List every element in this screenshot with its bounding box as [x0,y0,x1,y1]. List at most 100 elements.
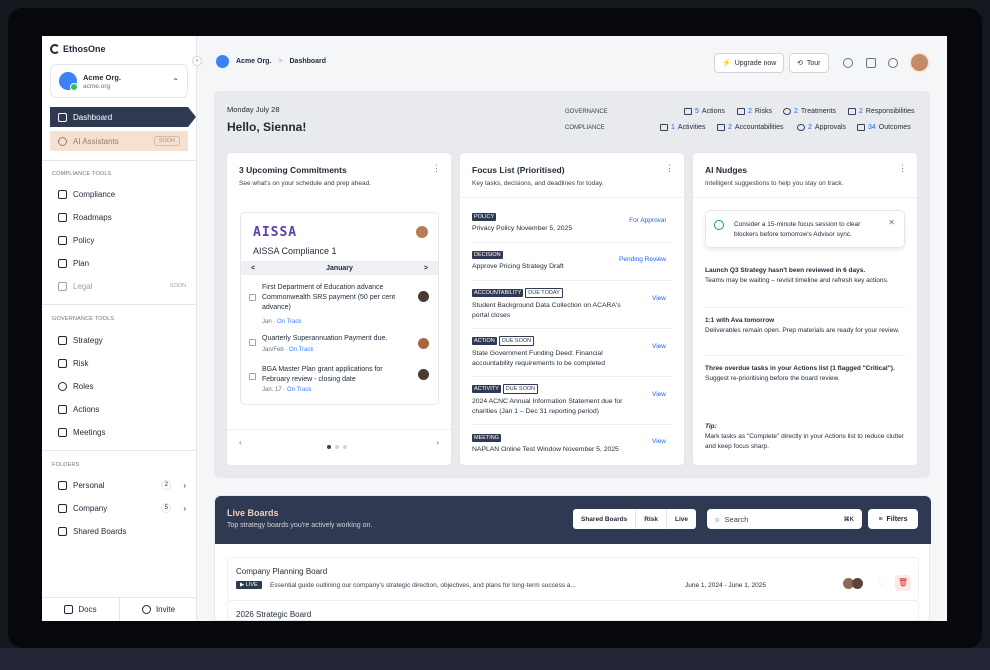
more-icon[interactable]: ⋮ [898,163,907,174]
sidebar-item-dashboard[interactable]: Dashboard [50,107,196,127]
breadcrumb-org[interactable]: Acme Org. [236,58,271,65]
list-icon [684,108,692,115]
more-icon[interactable]: ⋮ [432,163,441,174]
metric-count: 1 [671,124,675,131]
sidebar-item-roles[interactable]: Roles [58,379,186,393]
nudge-text: Suggest re-prioritising before the board… [705,375,840,382]
task-checkbox[interactable] [249,294,256,301]
docs-button[interactable]: Docs [42,598,120,621]
sidebar-item-personal[interactable]: Personal 2 › [58,478,186,492]
prev-month-button[interactable]: < [251,265,255,272]
sidebar-item-label: Actions [73,404,100,414]
divider [42,450,197,451]
sidebar-item-compliance[interactable]: Compliance [58,187,186,201]
tour-button[interactable]: ⟲ Tour [789,53,829,73]
carousel-next-button[interactable]: › [436,438,439,447]
carousel-dot[interactable] [335,445,339,449]
app-logo[interactable]: EthosOne [50,44,106,54]
sidebar-item-actions[interactable]: Actions [58,402,186,416]
list-icon [848,108,856,115]
focus-item[interactable]: DECISION Approve Pricing Strategy Draft … [472,249,672,281]
task-checkbox[interactable] [249,373,256,380]
metric-activities[interactable]: 1 Activities [660,124,706,131]
more-icon[interactable]: ⋮ [665,163,674,174]
focus-item[interactable]: MEETING NAPLAN Online Test Window Novemb… [472,432,672,460]
metric-outcomes[interactable]: 34 Outcomes [857,124,911,131]
focus-action-link[interactable]: Pending Review [619,256,666,263]
invite-button[interactable]: Invite [120,598,197,621]
focus-item[interactable]: ACTION DUE SOON State Government Funding … [472,335,672,377]
sidebar-item-label: Dashboard [73,112,113,122]
focus-action-link[interactable]: View [652,391,666,398]
carousel-dot[interactable] [327,445,331,449]
metric-responsibilities[interactable]: 2 Responsibilities [848,108,915,115]
section-label: FOLDERS [52,462,80,468]
sidebar-item-policy[interactable]: Policy [58,233,186,247]
focus-action-link[interactable]: View [652,438,666,445]
sidebar-item-meetings[interactable]: Meetings [58,425,186,439]
soon-badge: SOON [169,283,186,289]
tab-shared-boards[interactable]: Shared Boards [573,509,637,529]
nudge-item: Launch Q3 Strategy hasn't been reviewed … [705,266,905,286]
metric-risks[interactable]: 2 Risks [737,108,772,115]
owner-avatar [416,226,428,238]
close-icon[interactable]: ✕ [888,218,895,227]
focus-item[interactable]: ACCOUNTABILITY DUE TODAY Student Backgrou… [472,287,672,329]
focus-item[interactable]: ACTIVITY DUE SOON 2024 ACNC Annual Inform… [472,383,672,425]
heart-icon[interactable]: ♡ [878,578,886,589]
status-label[interactable]: On Track [287,387,311,393]
focus-action-link[interactable]: View [652,295,666,302]
task-checkbox[interactable] [249,339,256,346]
org-switcher[interactable]: Acme Org. acme.org ⌃ [50,64,188,98]
metric-accountabilities[interactable]: 2 Accountabilities [717,124,784,131]
next-month-button[interactable]: > [424,265,428,272]
sidebar-item-shared-boards[interactable]: Shared Boards [58,524,186,538]
sidebar-item-roadmaps[interactable]: Roadmaps [58,210,186,224]
focus-action-link[interactable]: For Approval [629,217,666,224]
carousel-prev-button[interactable]: ‹ [239,438,242,447]
list-icon [717,124,725,131]
sidebar-item-label: Strategy [73,335,103,345]
upgrade-button[interactable]: ⚡ Upgrade now [714,53,785,73]
focus-item-text: Privacy Policy November 5, 2025 [472,225,573,232]
sidebar-item-risk[interactable]: Risk [58,356,186,370]
status-label[interactable]: On Track [289,347,313,353]
sidebar-item-plan[interactable]: Plan [58,256,186,270]
book-icon[interactable] [866,58,876,68]
sidebar-item-label: Risk [73,358,89,368]
sidebar-item-label: Shared Boards [73,526,127,536]
tab-risk[interactable]: Risk [636,509,667,529]
sidebar-item-company[interactable]: Company 5 › [58,501,186,515]
metric-treatments[interactable]: 2 Treatments [783,108,836,115]
sidebar-item-ai-assistants[interactable]: AI Assistants SOON [50,131,188,151]
focus-action-link[interactable]: View [652,343,666,350]
gear-icon[interactable] [888,58,898,68]
metric-actions[interactable]: 5 Actions [684,108,725,115]
board-row[interactable]: 2026 Strategic Board [227,600,919,621]
sidebar-item-label: Company [73,503,108,513]
focus-item[interactable]: POLICY Privacy Policy November 5, 2025 F… [472,211,672,243]
filters-button[interactable]: ≡ Filters [868,509,918,529]
metric-count: 2 [748,108,752,115]
carousel-dot[interactable] [343,445,347,449]
card-subtitle: Intelligent suggestions to help you stay… [705,180,844,187]
plan-icon [58,258,67,268]
sidebar-item-strategy[interactable]: Strategy [58,333,186,347]
filter-icon: ≡ [878,515,883,523]
divider [42,160,197,161]
sidebar-item-legal[interactable]: Legal SOON [58,279,186,293]
status-label[interactable]: On Track [277,319,301,325]
task-title: BGA Master Plan grant applications for F… [262,366,383,383]
tab-live[interactable]: Live [667,509,696,529]
divider [693,197,917,198]
bell-icon[interactable] [843,58,853,68]
board-row[interactable]: Company Planning Board ▶ LIVE Essential … [227,557,919,601]
sidebar-item-label: Policy [73,235,95,245]
metric-approvals[interactable]: 2 Approvals [797,124,846,131]
sidebar-item-label: Plan [73,258,90,268]
user-avatar[interactable] [909,52,930,73]
search-input[interactable]: ○ Search ⌘K [707,509,862,529]
trash-icon[interactable]: 🗑 [895,575,911,591]
collapse-sidebar-button[interactable]: ‹ [192,56,202,66]
member-avatar [852,578,863,589]
